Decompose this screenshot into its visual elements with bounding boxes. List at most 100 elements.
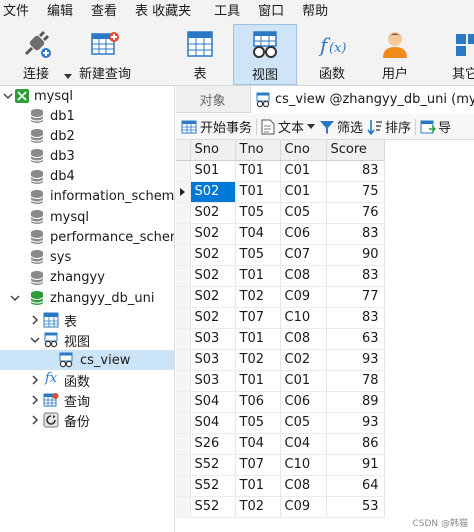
tree-database[interactable]: db3 (0, 146, 174, 166)
cell-tno[interactable]: T01 (235, 265, 281, 287)
connect-button[interactable]: 连接 (8, 24, 64, 85)
cell-tno[interactable]: T05 (235, 244, 281, 266)
cell-cno[interactable]: C10 (280, 454, 327, 476)
connect-dropdown-arrow[interactable] (64, 74, 72, 79)
tab-cs-view[interactable]: cs_view @zhangyy_db_uni (mysql) (250, 86, 474, 113)
cell-tno[interactable]: T05 (235, 412, 281, 434)
text-button[interactable]: 文本 (261, 114, 316, 139)
cell-tno[interactable]: T06 (235, 391, 281, 413)
chevron-right-icon[interactable] (30, 415, 40, 425)
row-indicator[interactable] (176, 307, 191, 329)
tree-view-cs-view[interactable]: cs_view (0, 350, 174, 370)
row-indicator[interactable] (176, 349, 191, 371)
cell-score[interactable]: 53 (326, 496, 385, 518)
cell-score[interactable]: 93 (326, 349, 385, 371)
cell-cno[interactable]: C08 (280, 475, 327, 497)
cell-tno[interactable]: T04 (235, 223, 281, 245)
menu-help[interactable]: 帮助 (293, 0, 337, 24)
cell-cno[interactable]: C02 (280, 349, 327, 371)
cell-tno[interactable]: T02 (235, 349, 281, 371)
table-row[interactable]: S02 T05 C07 90 (176, 244, 385, 266)
cell-sno[interactable]: S52 (190, 475, 236, 497)
tree-node-queries[interactable]: 查询 (0, 390, 174, 410)
cell-tno[interactable]: T05 (235, 202, 281, 224)
table-row[interactable]: S02 T07 C10 83 (176, 307, 385, 329)
tree-database[interactable]: sys (0, 247, 174, 267)
other-button[interactable]: 其它 (440, 24, 474, 85)
tree-node-tables[interactable]: 表 (0, 310, 174, 330)
table-row[interactable]: S01 T01 C01 83 (176, 160, 385, 182)
tree-database[interactable]: zhangyy (0, 268, 174, 288)
cell-score[interactable]: 86 (326, 433, 385, 455)
menu-favorites[interactable]: 收藏夹 (150, 0, 200, 24)
cell-cno[interactable]: C10 (280, 307, 327, 329)
cell-sno[interactable]: S03 (190, 370, 236, 392)
cell-cno[interactable]: C05 (280, 412, 327, 434)
sort-button[interactable]: 排序 (367, 114, 411, 139)
row-indicator[interactable] (176, 370, 191, 392)
cell-cno[interactable]: C09 (280, 286, 327, 308)
cell-tno[interactable]: T07 (235, 454, 281, 476)
cell-cno[interactable]: C08 (280, 265, 327, 287)
tree-database[interactable]: db2 (0, 126, 174, 146)
row-indicator[interactable] (176, 202, 191, 224)
tab-objects[interactable]: 对象 (176, 86, 249, 113)
cell-score[interactable]: 64 (326, 475, 385, 497)
cell-sno[interactable]: S02 (190, 223, 236, 245)
row-indicator[interactable] (176, 265, 191, 287)
cell-score[interactable]: 83 (326, 160, 385, 182)
cell-sno[interactable]: S03 (190, 349, 236, 371)
column-header-sno[interactable]: Sno (190, 140, 236, 161)
cell-tno[interactable]: T04 (235, 433, 281, 455)
cell-cno[interactable]: C01 (280, 181, 327, 203)
cell-cno[interactable]: C09 (280, 496, 327, 518)
cell-sno[interactable]: S02 (190, 244, 236, 266)
cell-score[interactable]: 83 (326, 265, 385, 287)
menu-tools[interactable]: 工具 (200, 0, 249, 24)
tree-database[interactable]: db4 (0, 167, 174, 187)
cell-sno[interactable]: S01 (190, 160, 236, 182)
cell-sno[interactable]: S52 (190, 496, 236, 518)
cell-tno[interactable]: T01 (235, 181, 281, 203)
chevron-down-icon[interactable] (10, 293, 20, 303)
table-row[interactable]: S03 T01 C01 78 (176, 370, 385, 392)
cell-score[interactable]: 78 (326, 370, 385, 392)
cell-cno[interactable]: C01 (280, 160, 327, 182)
cell-tno[interactable]: T02 (235, 496, 281, 518)
cell-sno[interactable]: S04 (190, 391, 236, 413)
menu-edit[interactable]: 编辑 (38, 0, 82, 24)
cell-cno[interactable]: C06 (280, 391, 327, 413)
filter-button[interactable]: 筛选 (319, 114, 363, 139)
cell-score[interactable]: 83 (326, 223, 385, 245)
table-row[interactable]: S02 T05 C05 76 (176, 202, 385, 224)
tree-database[interactable]: information_schema (0, 187, 174, 207)
tree-database[interactable]: mysql (0, 207, 174, 227)
cell-sno[interactable]: S02 (190, 307, 236, 329)
chevron-right-icon[interactable] (30, 395, 40, 405)
tree-node-functions[interactable]: fx 函数 (0, 370, 174, 390)
cell-tno[interactable]: T01 (235, 160, 281, 182)
cell-tno[interactable]: T01 (235, 328, 281, 350)
cell-score[interactable]: 90 (326, 244, 385, 266)
cell-tno[interactable]: T01 (235, 370, 281, 392)
cell-score[interactable]: 76 (326, 202, 385, 224)
cell-score[interactable]: 93 (326, 412, 385, 434)
cell-score[interactable]: 91 (326, 454, 385, 476)
cell-sno[interactable]: S02 (190, 181, 236, 203)
table-row[interactable]: S26 T04 C04 86 (176, 433, 385, 455)
cell-sno[interactable]: S26 (190, 433, 236, 455)
cell-sno[interactable]: S02 (190, 202, 236, 224)
view-button[interactable]: 视图 (233, 24, 297, 85)
cell-score[interactable]: 77 (326, 286, 385, 308)
cell-sno[interactable]: S03 (190, 328, 236, 350)
row-indicator[interactable] (176, 433, 191, 455)
row-indicator[interactable] (176, 223, 191, 245)
begin-transaction-button[interactable]: 开始事务 (181, 114, 252, 139)
cell-tno[interactable]: T02 (235, 286, 281, 308)
column-header-tno[interactable]: Tno (235, 140, 281, 161)
cell-cno[interactable]: C06 (280, 223, 327, 245)
cell-score[interactable]: 89 (326, 391, 385, 413)
row-indicator[interactable] (176, 181, 191, 203)
table-row[interactable]: S52 T07 C10 91 (176, 454, 385, 476)
tree-node-backup[interactable]: 备份 (0, 410, 174, 430)
